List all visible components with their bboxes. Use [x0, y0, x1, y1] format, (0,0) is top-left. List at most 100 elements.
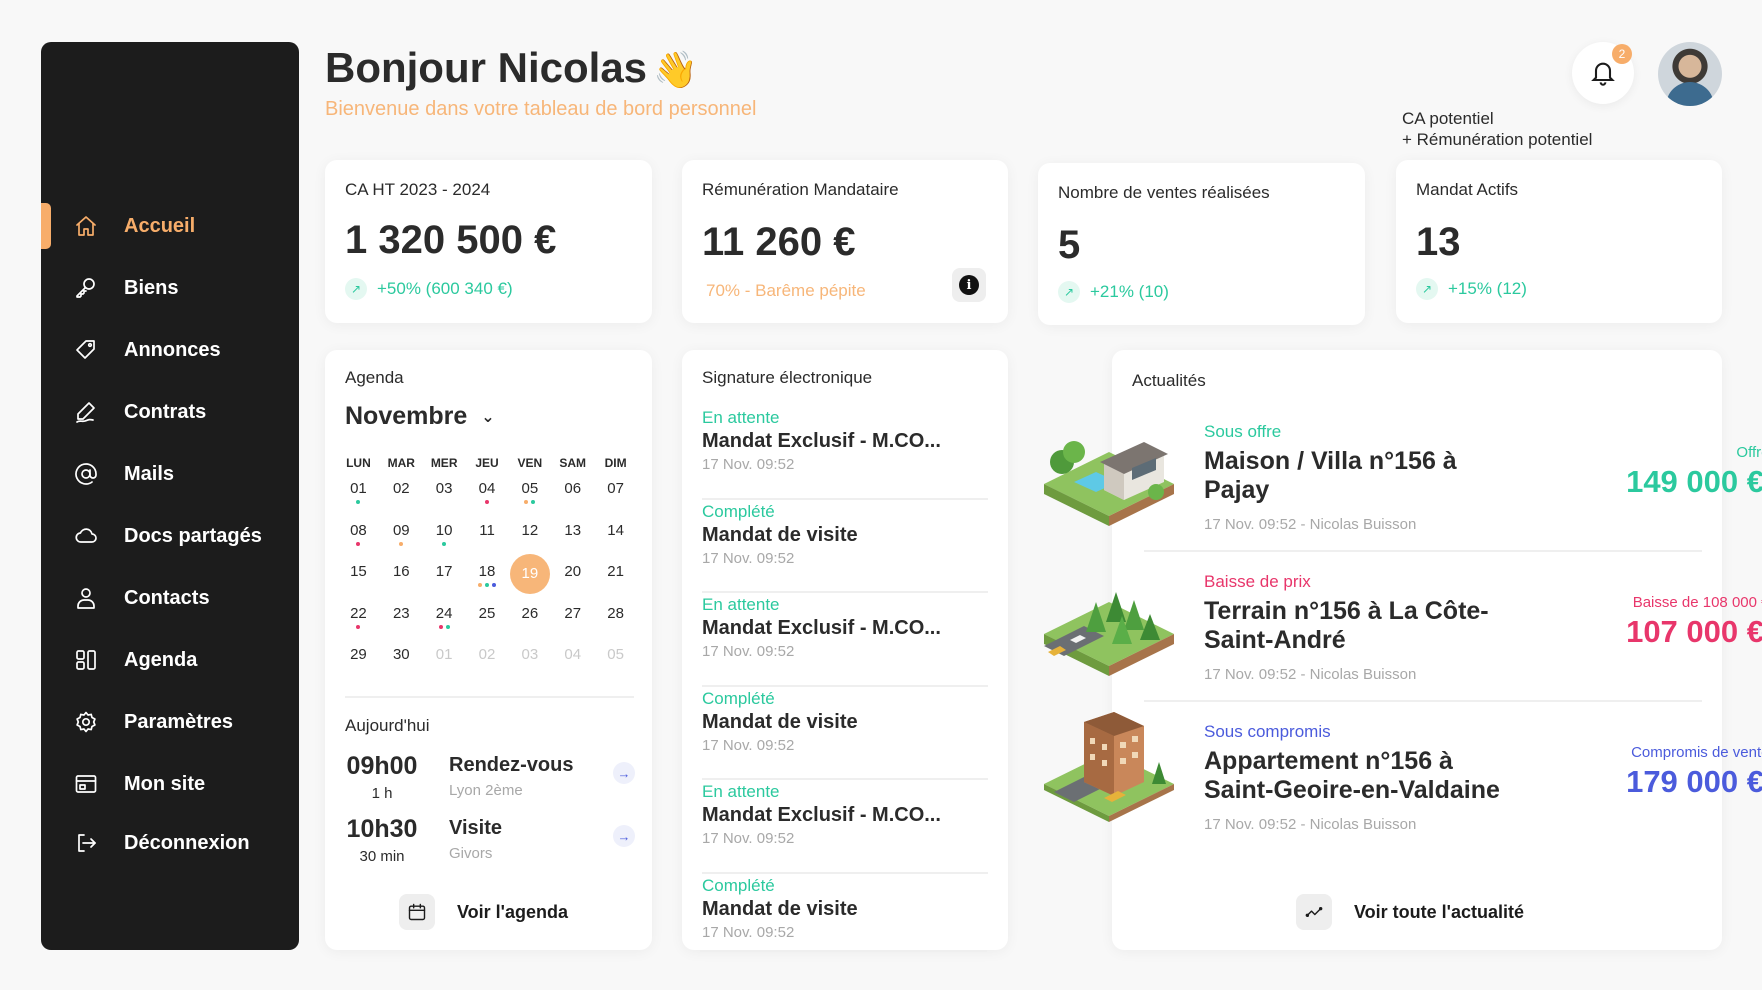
calendar-week: 22 23 24 25 26 27 28: [337, 603, 637, 645]
notification-badge: 2: [1612, 44, 1632, 64]
calendar-day[interactable]: 30: [380, 644, 423, 686]
calendar-day[interactable]: 24: [423, 603, 466, 645]
sidebar-item-label: Mon site: [124, 772, 206, 795]
sidebar-item-contrats[interactable]: Contrats: [41, 381, 299, 443]
event-dots: [337, 541, 380, 546]
news-item[interactable]: Sous offre Maison / Villa n°156 à Pajay …: [1044, 422, 1762, 562]
sidebar-item-mon-site[interactable]: Mon site: [41, 753, 299, 815]
calendar-day[interactable]: 21: [594, 561, 637, 603]
activity-button[interactable]: [1296, 894, 1332, 930]
sidebar-item-label: Biens: [124, 276, 179, 299]
sidebar-item-deconnexion[interactable]: Déconnexion: [41, 815, 299, 871]
event-location: Givors: [449, 845, 493, 862]
calendar-day[interactable]: 04: [466, 478, 509, 520]
calendar-day[interactable]: 10: [423, 520, 466, 562]
calendar-day[interactable]: 04: [551, 644, 594, 686]
calendar-day[interactable]: 27: [551, 603, 594, 645]
agenda-card: Agenda Novembre ⌄ LUN MAR MER JEU VEN SAM DIM 01…: [325, 350, 652, 950]
calendar-day[interactable]: 03: [508, 644, 551, 686]
gear-icon: [73, 709, 99, 735]
signature-item[interactable]: En attente Mandat Exclusif - M.CO... 17 No…: [702, 406, 988, 500]
month-label: Novembre: [345, 402, 468, 430]
calendar-day[interactable]: 01: [423, 644, 466, 686]
calendar-day[interactable]: 28: [594, 603, 637, 645]
calendar-day[interactable]: 01: [337, 478, 380, 520]
kpi-value: 11 260 €: [702, 220, 856, 264]
sidebar-item-annonces[interactable]: Annonces: [41, 319, 299, 381]
sidebar-item-biens[interactable]: Biens: [41, 257, 299, 319]
calendar-day[interactable]: 23: [380, 603, 423, 645]
day-number: 12: [521, 521, 539, 539]
info-button[interactable]: i: [952, 268, 986, 302]
calendar-button[interactable]: [399, 894, 435, 930]
sidebar-item-agenda[interactable]: Agenda: [41, 629, 299, 691]
event-duration: 1 h: [371, 785, 393, 802]
calendar-day[interactable]: 02: [466, 644, 509, 686]
tag-icon: [73, 337, 99, 363]
notifications-button[interactable]: 2: [1572, 42, 1634, 104]
calendar-day[interactable]: 09: [380, 520, 423, 562]
day-number: 03: [521, 646, 539, 663]
month-selector[interactable]: Novembre ⌄: [345, 402, 495, 431]
signature-status: En attente: [702, 782, 780, 801]
calendar-day[interactable]: 05: [594, 644, 637, 686]
event-dot: [356, 624, 361, 629]
news-item[interactable]: Baisse de prix Terrain n°156 à La Côte-S…: [1044, 572, 1762, 712]
signature-item[interactable]: Complété Mandat de visite 17 Nov. 09:52: [702, 500, 988, 593]
agenda-event[interactable]: 10h30 30 min Visite Givors →: [345, 815, 635, 875]
news-item[interactable]: Sous compromis Appartement n°156 à Saint…: [1044, 712, 1762, 862]
villa-illustration: [1044, 441, 1174, 526]
kpi-trend: ↗ +21% (10): [1058, 281, 1169, 303]
calendar-day[interactable]: 25: [466, 603, 509, 645]
signature-item[interactable]: En attente Mandat Exclusif - M.CO... 17 No…: [702, 780, 988, 874]
calendar-day[interactable]: 18: [466, 561, 509, 603]
signature-item[interactable]: Complété Mandat de visite 17 Nov. 09:52: [702, 687, 988, 780]
day-number: 28: [607, 604, 624, 622]
calendar-day[interactable]: 05: [508, 478, 551, 520]
calendar-day[interactable]: 11: [466, 520, 509, 562]
day-number: 16: [392, 563, 410, 580]
calendar-day-today[interactable]: 19: [508, 554, 551, 603]
calendar-day[interactable]: 02: [380, 478, 423, 520]
calendar-day[interactable]: 08: [337, 520, 380, 562]
sidebar-item-parametres[interactable]: Paramètres: [41, 691, 299, 753]
voir-agenda-link[interactable]: Voir l'agenda: [399, 894, 568, 930]
calendar-day[interactable]: 14: [594, 520, 637, 562]
kpi-value: 13: [1416, 220, 1461, 264]
signature-item[interactable]: En attente Mandat Exclusif - M.CO... 17 No…: [702, 593, 988, 687]
calendar-day[interactable]: 17: [423, 561, 466, 603]
calendar-day[interactable]: 29: [337, 644, 380, 686]
sidebar-item-accueil[interactable]: Accueil: [41, 195, 299, 257]
activity-icon: [1305, 906, 1323, 918]
calendar-day[interactable]: 26: [508, 603, 551, 645]
arrow-right-icon[interactable]: →: [613, 825, 635, 847]
calendar-day[interactable]: 07: [594, 478, 637, 520]
event-dots: [380, 541, 423, 546]
trend-text: +15% (12): [1448, 279, 1527, 298]
sidebar-item-mails[interactable]: Mails: [41, 443, 299, 505]
voir-actualite-link[interactable]: Voir toute l'actualité: [1296, 894, 1524, 930]
bareme-text: 70% - Barême pépite: [706, 281, 866, 300]
calendar-day[interactable]: 13: [551, 520, 594, 562]
event-title: Visite: [449, 817, 502, 839]
day-number: 04: [564, 646, 582, 663]
agenda-event[interactable]: 09h00 1 h Rendez-vous Lyon 2ème →: [345, 752, 635, 812]
calendar-day[interactable]: 06: [551, 478, 594, 520]
calendar-day[interactable]: 20: [551, 561, 594, 603]
day-number: 23: [392, 604, 410, 622]
signature-item[interactable]: Complété Mandat de visite 17 Nov. 09:52: [702, 874, 988, 968]
arrow-right-icon[interactable]: →: [613, 762, 635, 784]
sidebar-item-contacts[interactable]: Contacts: [41, 567, 299, 629]
calendar-day[interactable]: 03: [423, 478, 466, 520]
signature-status: Complété: [702, 875, 775, 895]
sidebar-item-docs-partages[interactable]: Docs partagés: [41, 505, 299, 567]
event-time: 09h00: [346, 752, 418, 780]
calendar-day[interactable]: 15: [337, 561, 380, 603]
news-meta: 17 Nov. 09:52 - Nicolas Buisson: [1204, 666, 1417, 683]
event-dot: [399, 541, 404, 546]
logout-icon: [73, 830, 99, 856]
calendar-day[interactable]: 16: [380, 561, 423, 603]
event-dot: [531, 500, 536, 504]
avatar[interactable]: [1658, 42, 1722, 106]
calendar-day[interactable]: 22: [337, 603, 380, 645]
